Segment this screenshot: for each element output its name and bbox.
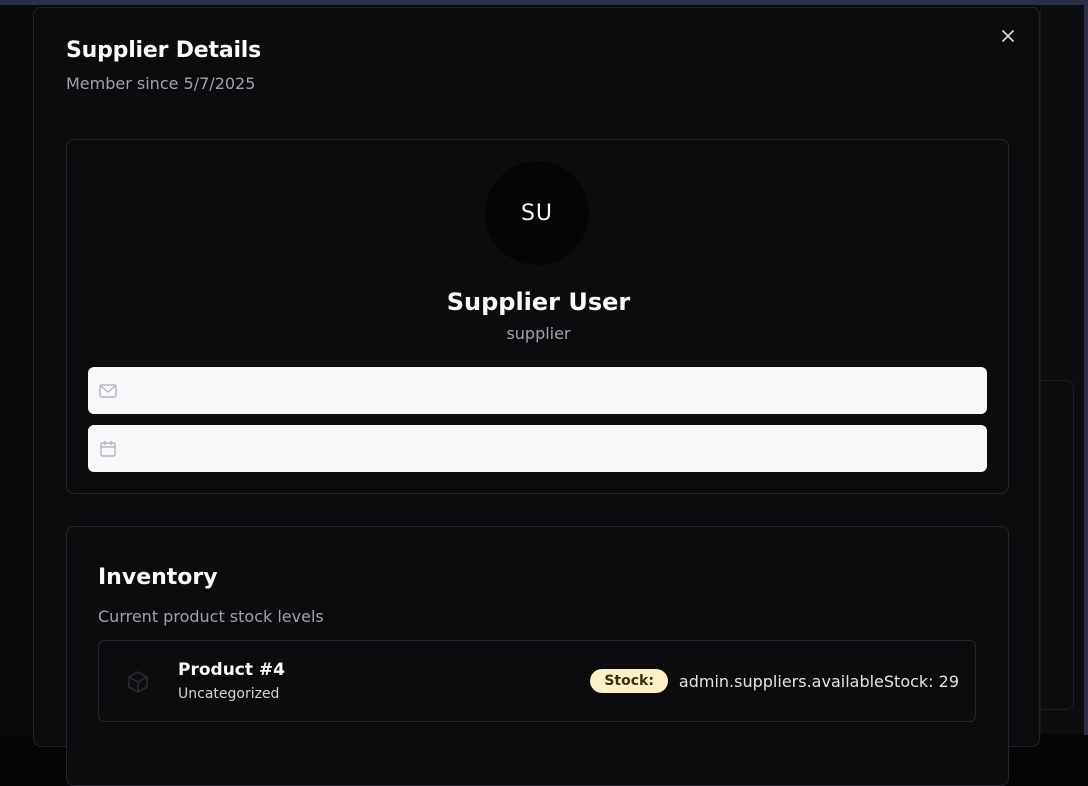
user-role: supplier bbox=[506, 324, 571, 343]
supplier-details-dialog: Supplier Details Member since 5/7/2025 S… bbox=[33, 7, 1040, 786]
inventory-title: Inventory bbox=[98, 565, 218, 590]
product-category: Uncategorized bbox=[178, 686, 280, 702]
avatar: SU bbox=[485, 161, 589, 265]
stock-value: admin.suppliers.availableStock: 29 bbox=[678, 671, 959, 691]
mail-icon bbox=[98, 381, 118, 401]
close-button[interactable] bbox=[996, 26, 1020, 50]
calendar-icon bbox=[98, 439, 118, 459]
package-icon bbox=[125, 669, 151, 695]
dialog-title: Supplier Details bbox=[66, 38, 262, 63]
close-icon bbox=[1000, 28, 1016, 48]
background-card bbox=[1040, 380, 1074, 710]
user-name: Supplier User bbox=[446, 288, 631, 316]
inventory-subtitle: Current product stock levels bbox=[98, 607, 324, 626]
product-row[interactable]: Product #4 Uncategorized Stock: admin.su… bbox=[98, 640, 976, 722]
background-top-strip bbox=[0, 0, 1088, 5]
profile-card: SU Supplier User supplier bbox=[66, 139, 1009, 494]
stock-badge: Stock: bbox=[590, 669, 668, 693]
product-name: Product #4 bbox=[178, 660, 285, 680]
dialog-subtitle: Member since 5/7/2025 bbox=[66, 74, 256, 93]
date-field bbox=[88, 425, 987, 472]
email-field bbox=[88, 367, 987, 414]
stock-info: Stock: admin.suppliers.availableStock: 2… bbox=[590, 667, 959, 695]
inventory-card: Inventory Current product stock levels P… bbox=[66, 526, 1009, 786]
window-edge bbox=[1084, 5, 1088, 735]
